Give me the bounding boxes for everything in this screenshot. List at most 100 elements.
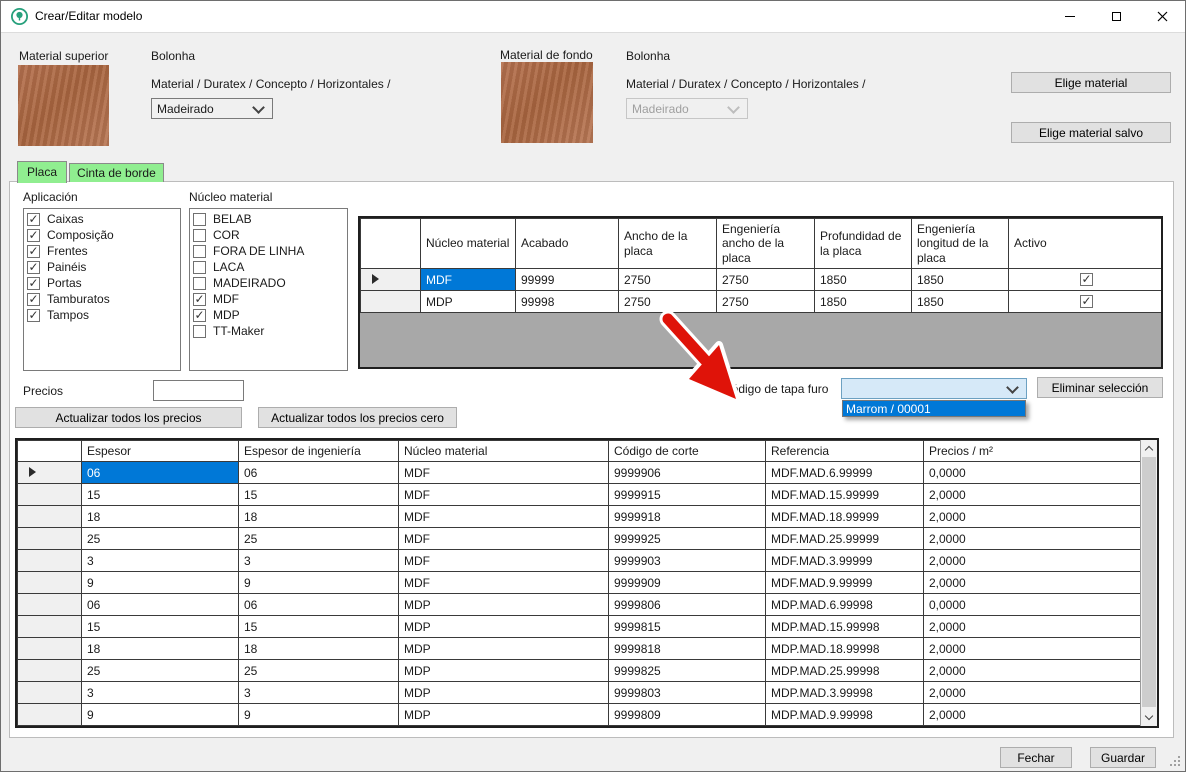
price-grid[interactable]: EspesorEspesor de ingenieríaNúcleo mater… <box>15 438 1159 728</box>
grid-cell[interactable]: 1850 <box>912 269 1009 291</box>
grid-cell[interactable]: 99998 <box>516 291 619 313</box>
checkbox[interactable] <box>193 277 206 290</box>
grid-cell[interactable]: MDP <box>399 594 609 616</box>
grid-cell[interactable]: 3 <box>239 682 399 704</box>
checklist-item-composi-o[interactable]: Composição <box>27 227 180 243</box>
aplicacion-checklist[interactable]: CaixasComposiçãoFrentesPainéisPortasTamb… <box>23 208 181 371</box>
checkbox[interactable] <box>27 293 40 306</box>
grid-cell[interactable]: MDF <box>399 550 609 572</box>
grid-cell[interactable]: MDF <box>399 462 609 484</box>
grid-cell[interactable]: MDP.MAD.15.99998 <box>766 616 924 638</box>
grid-cell[interactable]: 2,0000 <box>924 528 1141 550</box>
checklist-item-cor[interactable]: COR <box>193 227 347 243</box>
grid-cell[interactable]: 2750 <box>717 269 815 291</box>
row-header[interactable] <box>18 594 82 616</box>
checklist-item-tampos[interactable]: Tampos <box>27 307 180 323</box>
grid-cell[interactable]: MDF.MAD.15.99999 <box>766 484 924 506</box>
checkbox[interactable] <box>27 277 40 290</box>
checkbox[interactable] <box>193 245 206 258</box>
grid-cell[interactable]: 1850 <box>815 269 912 291</box>
grid-corner[interactable] <box>18 441 82 462</box>
grid-cell[interactable]: 25 <box>82 660 239 682</box>
grid-cell[interactable]: 06 <box>239 594 399 616</box>
checklist-item-madeirado[interactable]: MADEIRADO <box>193 275 347 291</box>
column-header-n-cleo-material[interactable]: Núcleo material <box>399 441 609 462</box>
grid-cell[interactable]: MDF.MAD.9.99999 <box>766 572 924 594</box>
activo-checkbox[interactable] <box>1080 295 1093 308</box>
grid-cell[interactable]: 2750 <box>619 269 717 291</box>
grid-cell[interactable]: MDP <box>399 682 609 704</box>
grid-cell[interactable]: 1850 <box>815 291 912 313</box>
grid-cell[interactable]: 25 <box>239 660 399 682</box>
row-header[interactable] <box>18 462 82 484</box>
column-header-n-cleo-material[interactable]: Núcleo material <box>421 219 516 269</box>
column-header-referencia[interactable]: Referencia <box>766 441 924 462</box>
column-header-activo[interactable]: Activo <box>1009 219 1162 269</box>
grid-cell[interactable]: 2,0000 <box>924 638 1141 660</box>
checklist-item-portas[interactable]: Portas <box>27 275 180 291</box>
row-header[interactable] <box>361 269 421 291</box>
grid-cell[interactable]: 18 <box>82 506 239 528</box>
grid-corner[interactable] <box>361 219 421 269</box>
checkbox[interactable] <box>193 213 206 226</box>
grid-cell[interactable]: MDF <box>399 572 609 594</box>
fechar-button[interactable]: Fechar <box>1000 747 1072 768</box>
material-superior-finish-select[interactable]: Madeirado <box>151 98 273 119</box>
grid-cell[interactable]: 15 <box>82 616 239 638</box>
row-header[interactable] <box>18 484 82 506</box>
grid-cell[interactable]: 25 <box>82 528 239 550</box>
column-header-engenier-a-ancho-de-la-placa[interactable]: Engeniería ancho de la placa <box>717 219 815 269</box>
grid-cell[interactable]: MDF <box>421 269 516 291</box>
grid-cell[interactable]: 9999903 <box>609 550 766 572</box>
grid-cell[interactable]: 25 <box>239 528 399 550</box>
close-button[interactable] <box>1139 1 1185 32</box>
grid-cell[interactable]: 9999925 <box>609 528 766 550</box>
grid-cell[interactable]: 2,0000 <box>924 616 1141 638</box>
dropdown-option-marrom[interactable]: Marrom / 00001 <box>843 401 1025 416</box>
grid-cell[interactable]: 3 <box>239 550 399 572</box>
checklist-item-fora-de-linha[interactable]: FORA DE LINHA <box>193 243 347 259</box>
maximize-button[interactable] <box>1093 1 1139 32</box>
grid-cell[interactable]: 9999906 <box>609 462 766 484</box>
grid-cell[interactable]: 9999809 <box>609 704 766 726</box>
nucleo-material-checklist[interactable]: BELABCORFORA DE LINHALACAMADEIRADOMDFMDP… <box>189 208 348 371</box>
grid-cell[interactable]: 2,0000 <box>924 682 1141 704</box>
row-header[interactable] <box>18 572 82 594</box>
grid-cell[interactable]: 06 <box>82 594 239 616</box>
grid-cell[interactable]: 2,0000 <box>924 506 1141 528</box>
grid-cell[interactable]: 06 <box>82 462 239 484</box>
grid-cell[interactable]: 9 <box>239 572 399 594</box>
checkbox[interactable] <box>27 245 40 258</box>
checkbox[interactable] <box>193 325 206 338</box>
grid-cell[interactable]: MDF.MAD.6.99999 <box>766 462 924 484</box>
column-header-ancho-de-la-placa[interactable]: Ancho de la placa <box>619 219 717 269</box>
checklist-item-laca[interactable]: LACA <box>193 259 347 275</box>
column-header-engenier-a-longitud-de-la-placa[interactable]: Engeniería longitud de la placa <box>912 219 1009 269</box>
grid-cell[interactable]: 9999909 <box>609 572 766 594</box>
checklist-item-belab[interactable]: BELAB <box>193 211 347 227</box>
grid-cell[interactable]: 15 <box>239 616 399 638</box>
grid-cell[interactable]: 1850 <box>912 291 1009 313</box>
row-header[interactable] <box>18 682 82 704</box>
grid-cell[interactable]: 2,0000 <box>924 660 1141 682</box>
grid-cell[interactable]: 9 <box>82 704 239 726</box>
grid-cell[interactable]: 9 <box>82 572 239 594</box>
grid-cell[interactable]: 2,0000 <box>924 484 1141 506</box>
checkbox[interactable] <box>193 261 206 274</box>
checkbox[interactable] <box>27 229 40 242</box>
grid-cell[interactable]: MDF.MAD.3.99999 <box>766 550 924 572</box>
grid-cell[interactable]: MDF <box>399 528 609 550</box>
checklist-item-mdp[interactable]: MDP <box>193 307 347 323</box>
activo-checkbox[interactable] <box>1080 273 1093 286</box>
checkbox[interactable] <box>193 229 206 242</box>
grid-cell[interactable]: 18 <box>82 638 239 660</box>
precios-input[interactable] <box>153 380 244 401</box>
plate-grid[interactable]: Núcleo materialAcabadoAncho de la placaE… <box>358 216 1163 369</box>
grid-cell[interactable]: MDF <box>399 506 609 528</box>
tab-cinta-de-borde[interactable]: Cinta de borde <box>69 163 164 182</box>
column-header-espesor[interactable]: Espesor <box>82 441 239 462</box>
row-header[interactable] <box>18 704 82 726</box>
grid-cell[interactable]: MDP.MAD.6.99998 <box>766 594 924 616</box>
column-header-profundidad-de-la-placa[interactable]: Profundidad de la placa <box>815 219 912 269</box>
grid-cell[interactable]: 99999 <box>516 269 619 291</box>
